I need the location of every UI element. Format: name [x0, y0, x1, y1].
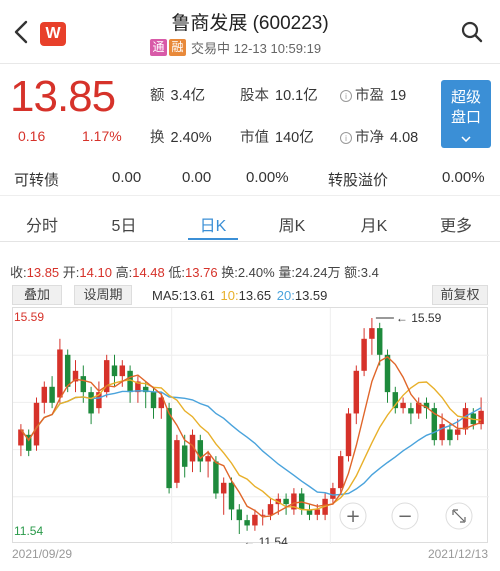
tab-more[interactable]: 更多 [426, 212, 486, 236]
candle-body [166, 408, 172, 489]
mcap-cell: 市值 140亿 [240, 130, 314, 146]
kline-svg: ← 15.59 ← 11.54 + − [13, 308, 489, 544]
candle-body [119, 365, 126, 377]
candle-body [64, 354, 71, 387]
active-tab-indicator [188, 238, 238, 240]
tab-5day[interactable]: 5日 [94, 212, 154, 236]
pb-cell: i 市净 4.08 [340, 126, 418, 147]
convertible-bond-row: 可转债 0.00 0.00 0.00% 转股溢价 0.00% [0, 160, 500, 196]
pe-cell: i 市盈 19 [340, 84, 406, 105]
candle-body [88, 392, 94, 414]
candle-body [314, 509, 321, 515]
zoom-out-button-glyph: − [397, 506, 412, 527]
rong-badge: 融 [169, 39, 186, 56]
candle-body [57, 349, 63, 398]
app-header: W 鲁商发展 (600223) 通 融 交易中 12-13 10:59:19 [0, 0, 500, 64]
ma-legend: MA5:13.61 10:13.65 20:13.59 [152, 288, 328, 303]
candle-body [267, 504, 274, 515]
ma5-line [20, 356, 482, 518]
candle-body [127, 370, 133, 393]
overlay-button[interactable]: 叠加 [12, 285, 62, 305]
kline-chart[interactable]: ← 15.59 ← 11.54 + − [12, 307, 489, 544]
info-icon: i [340, 132, 352, 144]
current-price: 13.85 [10, 72, 116, 121]
candle-body [376, 328, 383, 355]
set-period-button[interactable]: 设周期 [74, 285, 132, 305]
candle-body [454, 429, 461, 435]
candle-body [213, 461, 219, 494]
candle-body [252, 514, 258, 526]
quote-panel: 13.85 0.16 1.17% 额 3.4亿 换 2.40% 股本 10.1亿 市值… [0, 64, 500, 160]
chevron-down-icon [461, 136, 471, 143]
candle-body [228, 482, 235, 510]
candle-body [353, 370, 360, 414]
chart-period-tabs: 分时 5日 日K 周K 月K 更多 [0, 200, 500, 242]
super-orderbook-button[interactable]: 超级 盘口 [441, 80, 491, 148]
tab-monthly-k[interactable]: 月K [344, 212, 404, 236]
candle-body [244, 520, 250, 526]
low-marker-label: ← 11.54 [243, 535, 288, 544]
candle-body [205, 456, 211, 462]
candle-body [283, 498, 289, 505]
y-min-label: 11.54 [14, 524, 44, 538]
search-icon[interactable] [460, 20, 484, 44]
candle-body [384, 354, 391, 393]
adjust-button[interactable]: 前复权 [432, 285, 488, 305]
amount-cell: 额 3.4亿 [150, 88, 206, 104]
ohlc-stats: 收:13.85 开:14.10 高:14.48 低:13.76 换:2.40% … [10, 265, 379, 280]
tong-badge: 通 [150, 39, 167, 56]
candle-body [369, 328, 375, 339]
shares-cell: 股本 10.1亿 [240, 88, 318, 104]
candle-body [111, 365, 118, 377]
candle-body [220, 482, 227, 494]
candle-body [181, 445, 188, 467]
tab-daily-k[interactable]: 日K [183, 212, 243, 236]
candle-body [49, 386, 55, 403]
trading-status: 交易中 12-13 10:59:19 [191, 41, 322, 56]
stock-title: 鲁商发展 (600223) [171, 13, 329, 34]
candle-body [150, 392, 157, 409]
x-start-label: 2021/09/29 [12, 547, 73, 561]
high-marker-label: ← 15.59 [396, 311, 442, 325]
status-line: 通 融 交易中 12-13 10:59:19 [150, 38, 321, 57]
candle-body [80, 376, 87, 393]
candle-body [236, 509, 243, 521]
candle-body [41, 386, 48, 403]
candle-body [408, 408, 414, 414]
candle-body [345, 413, 352, 457]
candle-body [439, 424, 445, 441]
tab-weekly-k[interactable]: 周K [262, 212, 322, 236]
candle-body [400, 402, 406, 409]
price-change-pct: 1.17% [82, 128, 122, 144]
candle-body [174, 440, 180, 483]
turnover-cell: 换 2.40% [150, 130, 212, 146]
price-change: 0.16 [18, 128, 46, 144]
info-icon: i [340, 90, 352, 102]
x-end-label: 2021/12/13 [427, 547, 488, 561]
zoom-in-button-glyph: + [345, 506, 360, 527]
candle-body [337, 456, 344, 489]
candle-body [478, 410, 484, 425]
y-max-label: 15.59 [14, 310, 45, 324]
tab-intraday[interactable]: 分时 [12, 212, 72, 236]
chart-toolbar: 叠加 设周期 MA5:13.61 10:13.65 20:13.59 前复权 [12, 285, 488, 307]
candle-body [361, 338, 367, 371]
candle-body [330, 488, 336, 499]
candle-body [447, 429, 453, 441]
